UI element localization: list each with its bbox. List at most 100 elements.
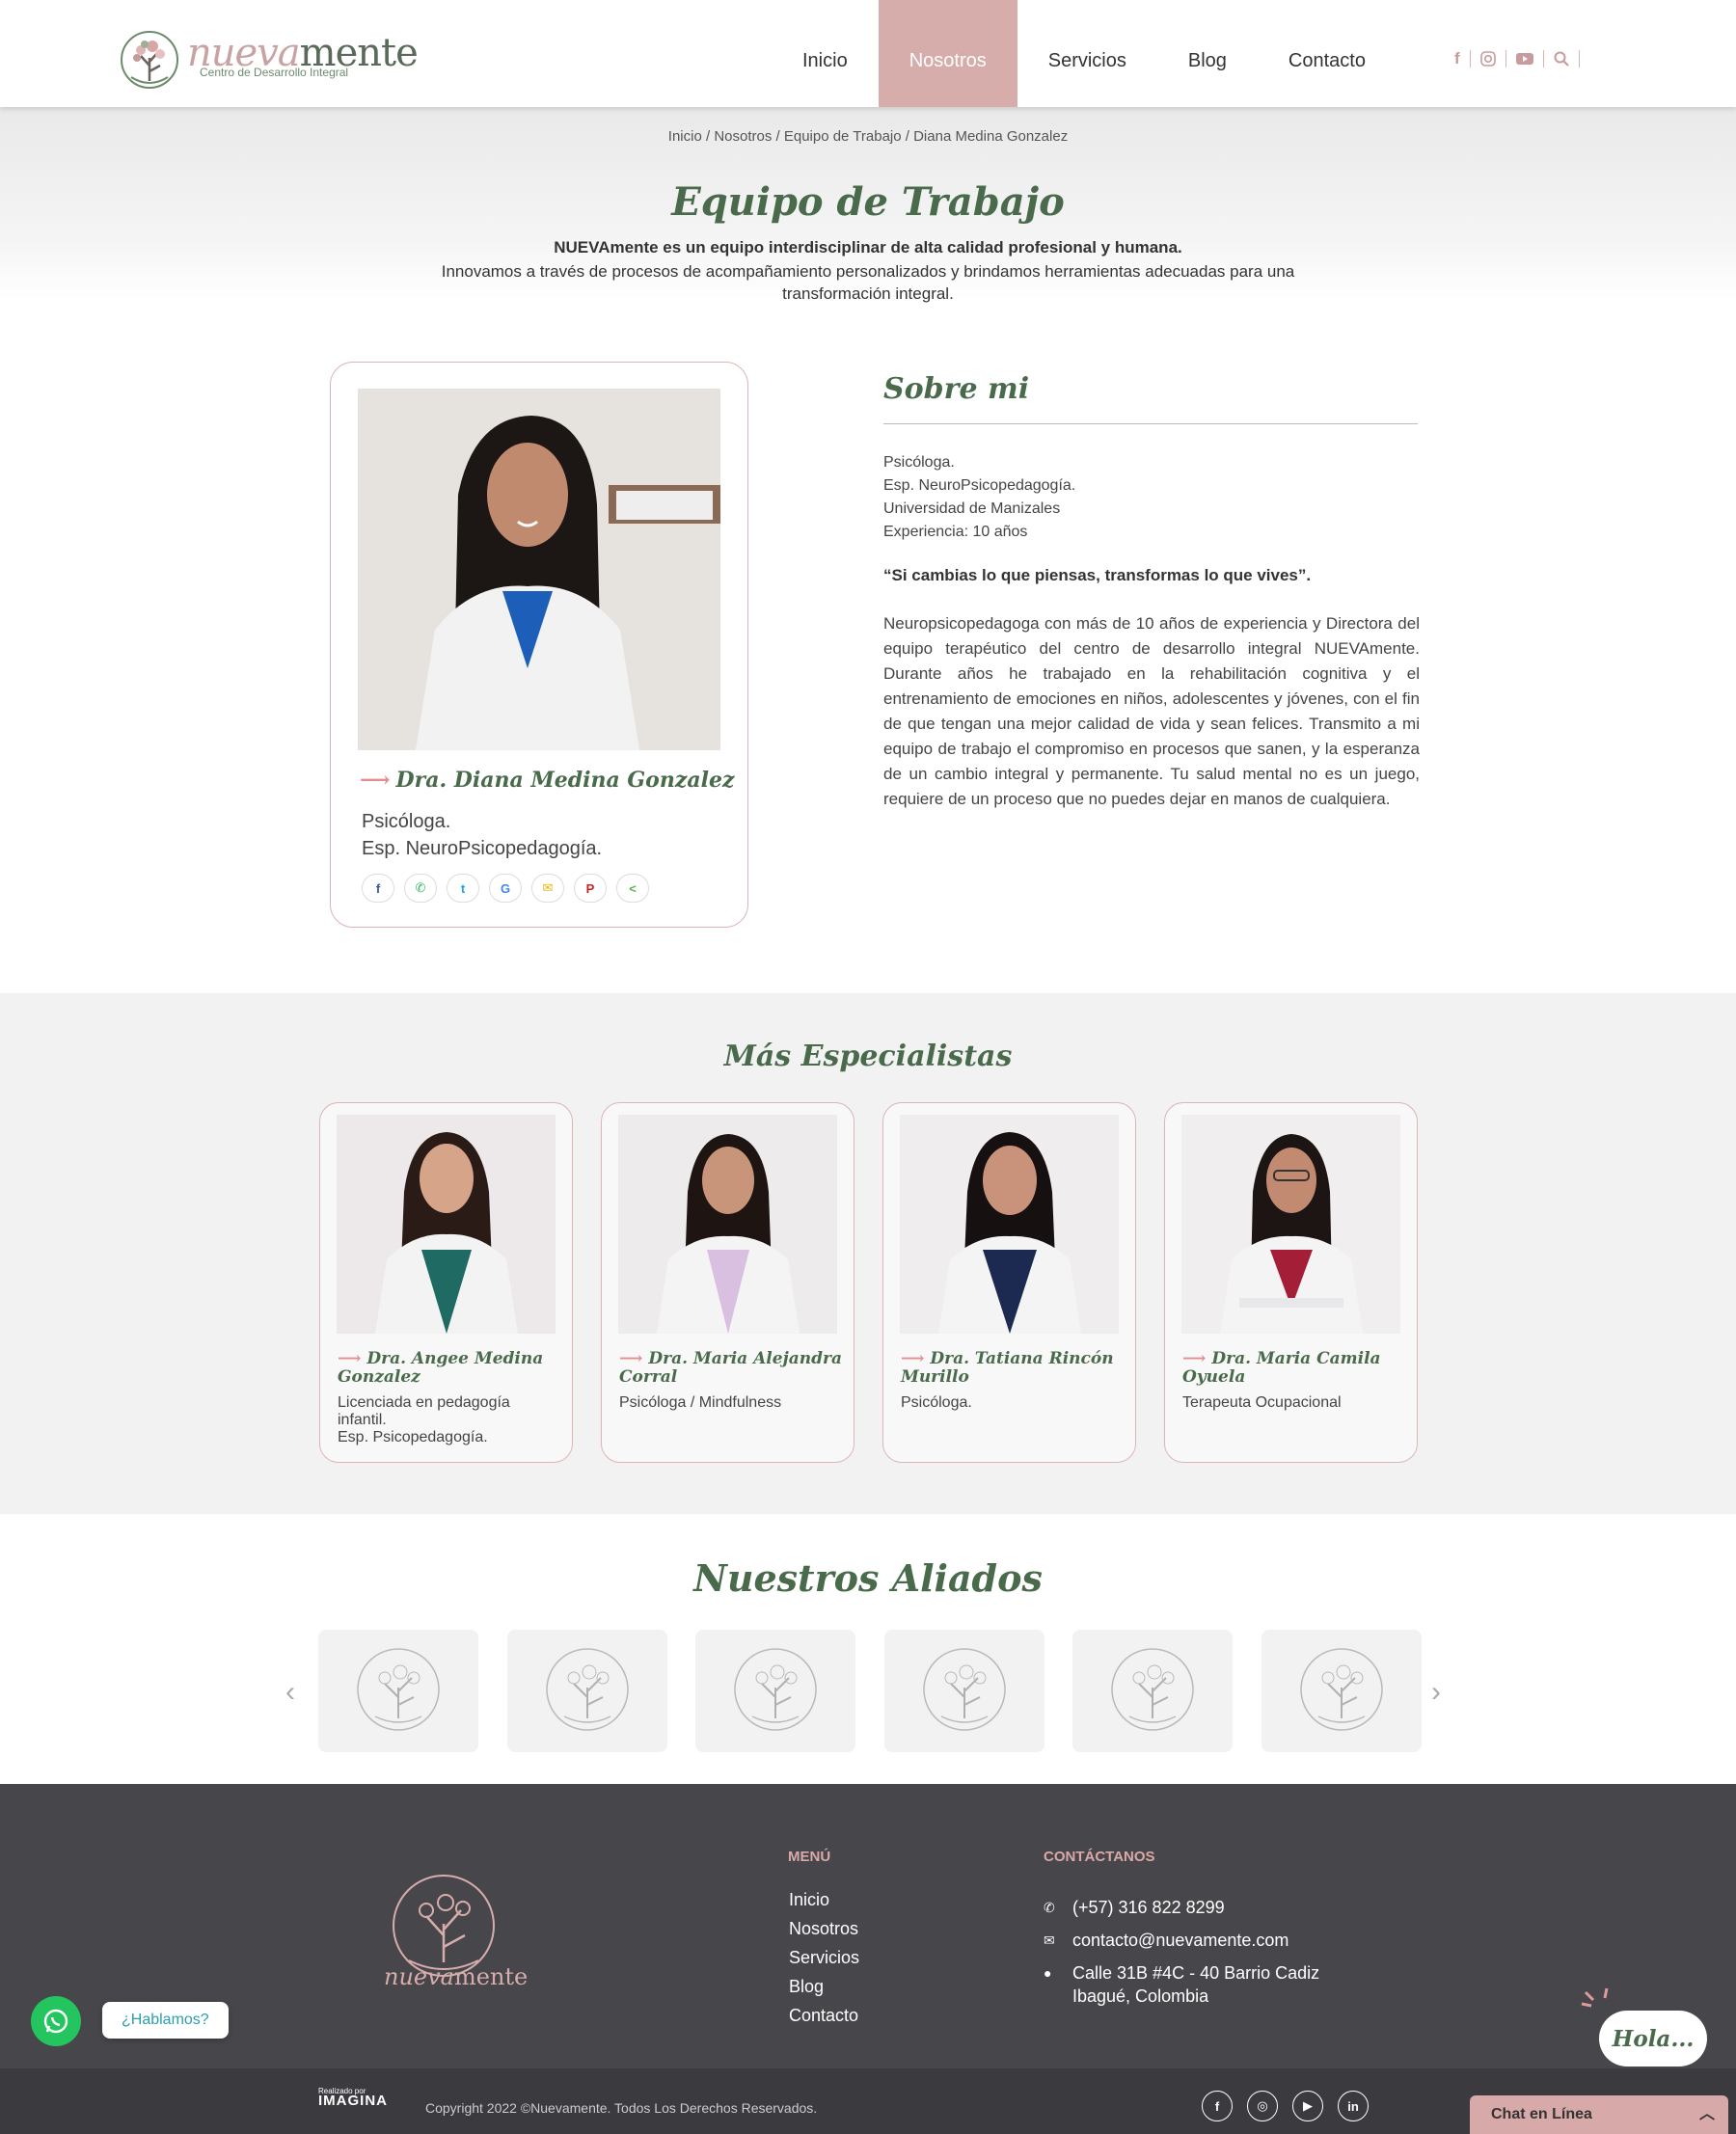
footer-menu-item[interactable]: Nosotros: [789, 1914, 859, 1943]
profile-role-line: Esp. NeuroPsicopedagogía.: [362, 838, 603, 859]
arrow-right-icon: ⟶: [901, 1349, 925, 1368]
specialist-role: Licenciada en pedagogía infantil. Esp. Ps…: [338, 1394, 510, 1445]
tree-logo-icon: [121, 31, 178, 89]
facebook-icon[interactable]: f: [1445, 50, 1471, 68]
google-icon[interactable]: G: [489, 874, 522, 903]
nav-item-contacto[interactable]: Contacto: [1258, 0, 1397, 107]
about-credentials: Psicóloga. Esp. NeuroPsicopedagogía. Uni…: [883, 451, 1075, 544]
chevron-up-icon: ︿: [1698, 2106, 1715, 2122]
footer-social-icons: f ◎ ▶ in: [1202, 2091, 1369, 2121]
facebook-icon[interactable]: f: [1202, 2091, 1233, 2121]
profile-role: Psicóloga. Esp. NeuroPsicopedagogía.: [362, 808, 602, 862]
footer-menu: Inicio Nosotros Servicios Blog Contacto: [789, 1885, 859, 2030]
about-text: Neuropsicopedagoga con más de 10 años de…: [883, 614, 1420, 808]
tree-logo-icon: [922, 1647, 1006, 1731]
specialist-card[interactable]: ⟶ Dra. Angee Medina Gonzalez Licenciada e…: [319, 1102, 573, 1463]
footer-phone[interactable]: ✆ (+57) 316 822 8299: [1044, 1896, 1225, 1919]
specialist-card[interactable]: ⟶ Dra. Maria Alejandra Corral Psicóloga /…: [601, 1102, 854, 1463]
instagram-icon[interactable]: [1471, 50, 1506, 68]
share-buttons: f ✆ t G ✉ P <: [362, 874, 649, 903]
specialist-role: Terapeuta Ocupacional: [1182, 1394, 1342, 1411]
instagram-icon[interactable]: ◎: [1247, 2091, 1278, 2121]
share-icon[interactable]: <: [616, 874, 649, 903]
youtube-icon[interactable]: ▶: [1292, 2091, 1323, 2121]
ally-logo[interactable]: [1261, 1630, 1422, 1752]
footer-contact-heading: CONTÁCTANOS: [1044, 1849, 1155, 1865]
profile-card: ⟶ Dra. Diana Medina Gonzalez Psicóloga. E…: [330, 362, 748, 928]
pinterest-icon[interactable]: P: [574, 874, 607, 903]
specialist-photo: [337, 1115, 556, 1334]
footer-menu-item[interactable]: Contacto: [789, 2001, 859, 2030]
ally-logo[interactable]: [1072, 1630, 1233, 1752]
nav-item-servicios[interactable]: Servicios: [1017, 0, 1157, 107]
whatsapp-bubble[interactable]: ¿Hablamos?: [102, 2002, 229, 2039]
hola-chat-bubble[interactable]: Hola...: [1599, 2011, 1707, 2066]
made-by[interactable]: Realizado por IMAGINA: [318, 2087, 388, 2108]
nav-item-nosotros[interactable]: Nosotros: [878, 0, 1017, 107]
specialist-card[interactable]: ⟶ Dra. Maria Camila Oyuela Terapeuta Ocup…: [1164, 1102, 1418, 1463]
arrow-right-icon: ⟶: [1182, 1349, 1207, 1368]
footer-email[interactable]: ✉ contacto@nuevamente.com: [1044, 1929, 1288, 1952]
intro-bold-text: NUEVAmente es un equipo interdisciplinar…: [554, 238, 1182, 257]
envelope-icon: ✉: [1044, 1932, 1055, 1948]
linkedin-icon[interactable]: in: [1338, 2091, 1369, 2121]
credential-item: Esp. NeuroPsicopedagogía.: [883, 477, 1076, 494]
credential-item: Universidad de Manizales: [883, 500, 1061, 517]
specialist-name: ⟶ Dra. Tatiana Rincón Murillo: [901, 1349, 1114, 1387]
ally-logo[interactable]: [318, 1630, 478, 1752]
specialist-photo: [618, 1115, 837, 1334]
credential-item: Psicóloga.: [883, 454, 955, 471]
about-title: Sobre mi: [883, 372, 1030, 406]
tree-logo-icon: [545, 1647, 629, 1731]
footer-menu-item[interactable]: Blog: [789, 1972, 859, 2001]
footer-menu-heading: MENÚ: [788, 1849, 831, 1865]
footer-logo-text[interactable]: nuevamente: [384, 1963, 528, 1990]
ally-logo[interactable]: [506, 1630, 667, 1752]
footer-menu-item[interactable]: Inicio: [789, 1885, 859, 1914]
copyright: Copyright 2022 ©Nuevamente. Todos Los De…: [425, 2100, 818, 2116]
specialist-photo: [1181, 1115, 1400, 1334]
main-nav: Inicio Nosotros Servicios Blog Contacto: [772, 0, 1397, 107]
ally-logo[interactable]: [695, 1630, 855, 1752]
whatsapp-button[interactable]: [31, 1996, 81, 2046]
arrow-right-icon: ⟶: [360, 768, 391, 793]
intro-text: Innovamos a través de procesos de acompa…: [441, 262, 1295, 303]
ally-logo[interactable]: [883, 1630, 1044, 1752]
specialist-name: ⟶ Dra. Maria Camila Oyuela: [1182, 1349, 1381, 1387]
search-icon[interactable]: [1544, 50, 1580, 68]
logo-tagline: Centro de Desarrollo Integral: [200, 66, 349, 79]
footer-menu-item[interactable]: Servicios: [789, 1943, 859, 1972]
chat-label: Chat en Línea: [1491, 2106, 1592, 2122]
chat-bar[interactable]: Chat en Línea ︿: [1470, 2095, 1728, 2134]
site-logo[interactable]: nuevamente Centro de Desarrollo Integral: [120, 29, 419, 91]
profile-role-line: Psicóloga.: [362, 811, 451, 832]
tree-logo-icon: [734, 1647, 817, 1731]
chevron-left-icon[interactable]: ‹: [285, 1676, 295, 1709]
header-social-icons: f: [1445, 50, 1580, 68]
tree-logo-icon: [1111, 1647, 1194, 1731]
email-icon[interactable]: ✉: [531, 874, 564, 903]
site-footer: [0, 1784, 1736, 2068]
youtube-icon[interactable]: [1506, 50, 1544, 68]
nav-item-inicio[interactable]: Inicio: [772, 0, 879, 107]
tree-logo-icon: [1299, 1647, 1383, 1731]
specialist-name: ⟶ Dra. Angee Medina Gonzalez: [338, 1349, 544, 1387]
specialists-title: Más Especialistas: [723, 1040, 1013, 1073]
divider: [883, 423, 1418, 424]
facebook-icon[interactable]: f: [362, 874, 394, 903]
breadcrumb[interactable]: Inicio / Nosotros / Equipo de Trabajo / …: [0, 128, 1736, 145]
tree-logo-icon: [357, 1647, 440, 1731]
specialist-photo: [900, 1115, 1119, 1334]
whatsapp-icon[interactable]: ✆: [404, 874, 437, 903]
nav-item-blog[interactable]: Blog: [1157, 0, 1258, 107]
profile-photo: [358, 389, 720, 750]
twitter-icon[interactable]: t: [447, 874, 479, 903]
whatsapp-icon: [43, 2009, 68, 2034]
site-header: nuevamente Centro de Desarrollo Integral…: [0, 0, 1736, 107]
chevron-right-icon[interactable]: ›: [1431, 1676, 1441, 1709]
allies-title: Nuestros Aliados: [693, 1556, 1043, 1600]
specialist-card[interactable]: ⟶ Dra. Tatiana Rincón Murillo Psicóloga.: [882, 1102, 1136, 1463]
arrow-right-icon: ⟶: [619, 1349, 643, 1368]
map-pin-icon: ●: [1044, 1965, 1052, 1981]
phone-icon: ✆: [1044, 1900, 1055, 1915]
